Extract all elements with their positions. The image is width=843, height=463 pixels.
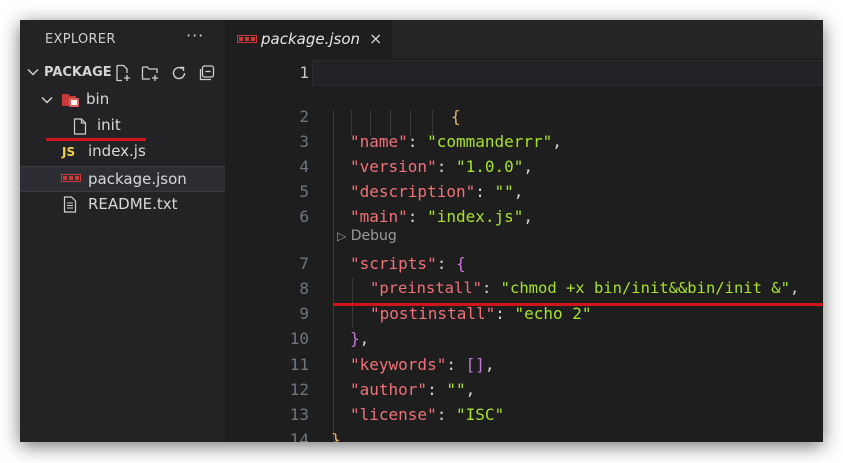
code-line-8: "preinstall": "chmod +x bin/init&&bin/in… [370, 279, 800, 297]
tree-item-label: index.js [88, 142, 146, 160]
code-line-13: "license": "ISC" [350, 405, 505, 424]
refresh-icon[interactable] [170, 64, 188, 82]
explorer-title: EXPLORER [45, 32, 116, 47]
line-number: 10 [289, 329, 309, 348]
section-title: PACKAGE [44, 65, 112, 80]
js-icon: JS [62, 145, 76, 159]
tree-item-package-json[interactable]: package.json [20, 166, 225, 192]
line-number: 7 [299, 254, 309, 273]
code-line-2: { [451, 107, 461, 126]
tree-item-label: package.json [88, 170, 187, 188]
explorer-header: EXPLORER ··· [20, 20, 225, 58]
tree-item-init[interactable]: init [20, 113, 225, 139]
line-number: 1 [299, 63, 309, 82]
tree-item-bin[interactable]: bin [20, 87, 225, 113]
chevron-down-icon [27, 68, 39, 76]
line-number: 11 [289, 355, 309, 374]
code-line-6: "main": "index.js", [350, 207, 534, 226]
text-file-icon [63, 196, 77, 213]
line-number: 5 [299, 182, 309, 201]
more-actions-icon[interactable]: ··· [186, 26, 204, 45]
vscode-window: EXPLORER ··· PACKAGE bin init JS index.j… [20, 20, 823, 442]
new-folder-icon[interactable] [141, 64, 159, 82]
code-line-7: "scripts": { [350, 254, 466, 273]
code-line-10: }, [350, 329, 370, 348]
code-line-5: "description": "", [350, 182, 524, 201]
code-editor[interactable]: 1 2 3 4 5 6 7 8 9 10 11 12 13 14 15 { "n… [225, 58, 823, 442]
tab-label: package.json [261, 30, 361, 48]
line-number: 13 [289, 405, 309, 424]
chevron-down-icon [41, 96, 53, 104]
current-line-highlight [312, 60, 823, 86]
code-line-14: } [331, 430, 341, 442]
line-number: 3 [299, 132, 309, 151]
tree-item-readme[interactable]: README.txt [20, 192, 225, 218]
code-line-12: "author": "", [350, 380, 476, 399]
line-number: 12 [289, 380, 309, 399]
line-number: 8 [299, 279, 309, 298]
tree-item-index-js[interactable]: JS index.js [20, 139, 225, 165]
codelens-label: Debug [350, 228, 397, 244]
code-line-3: "name": "commanderrr", [350, 132, 562, 151]
bin-folder-icon [62, 94, 79, 107]
line-number: 6 [299, 207, 309, 226]
line-number: 14 [289, 430, 309, 442]
close-icon[interactable]: × [369, 29, 382, 48]
line-number: 4 [299, 157, 309, 176]
explorer-sidebar: EXPLORER ··· PACKAGE bin init JS index.j… [20, 20, 225, 442]
line-number: 2 [299, 107, 309, 126]
play-icon: ▷ [337, 229, 347, 243]
tab-package-json[interactable]: package.json × [225, 20, 392, 58]
collapse-all-icon[interactable] [198, 64, 216, 82]
annotation-underline [333, 303, 823, 306]
tree-item-label: README.txt [88, 195, 178, 213]
file-icon [73, 118, 87, 135]
npm-icon [61, 174, 81, 182]
code-line-4: "version": "1.0.0", [350, 157, 534, 176]
tree-item-label: init [97, 116, 121, 134]
editor-pane: package.json × 1 2 3 4 5 6 7 8 9 10 11 1… [225, 20, 823, 442]
code-line-9: "postinstall": "echo 2" [370, 304, 592, 323]
tab-bar: package.json × [225, 20, 823, 58]
npm-icon [237, 35, 257, 43]
tree-item-label: bin [86, 90, 110, 108]
codelens-debug[interactable]: ▷ Debug [337, 228, 397, 244]
line-number: 9 [299, 304, 309, 323]
code-line-11: "keywords": [], [350, 355, 495, 374]
section-header-package[interactable]: PACKAGE [20, 62, 225, 84]
indent-guide [333, 110, 334, 442]
annotation-underline [46, 138, 146, 141]
new-file-icon[interactable] [114, 64, 132, 82]
